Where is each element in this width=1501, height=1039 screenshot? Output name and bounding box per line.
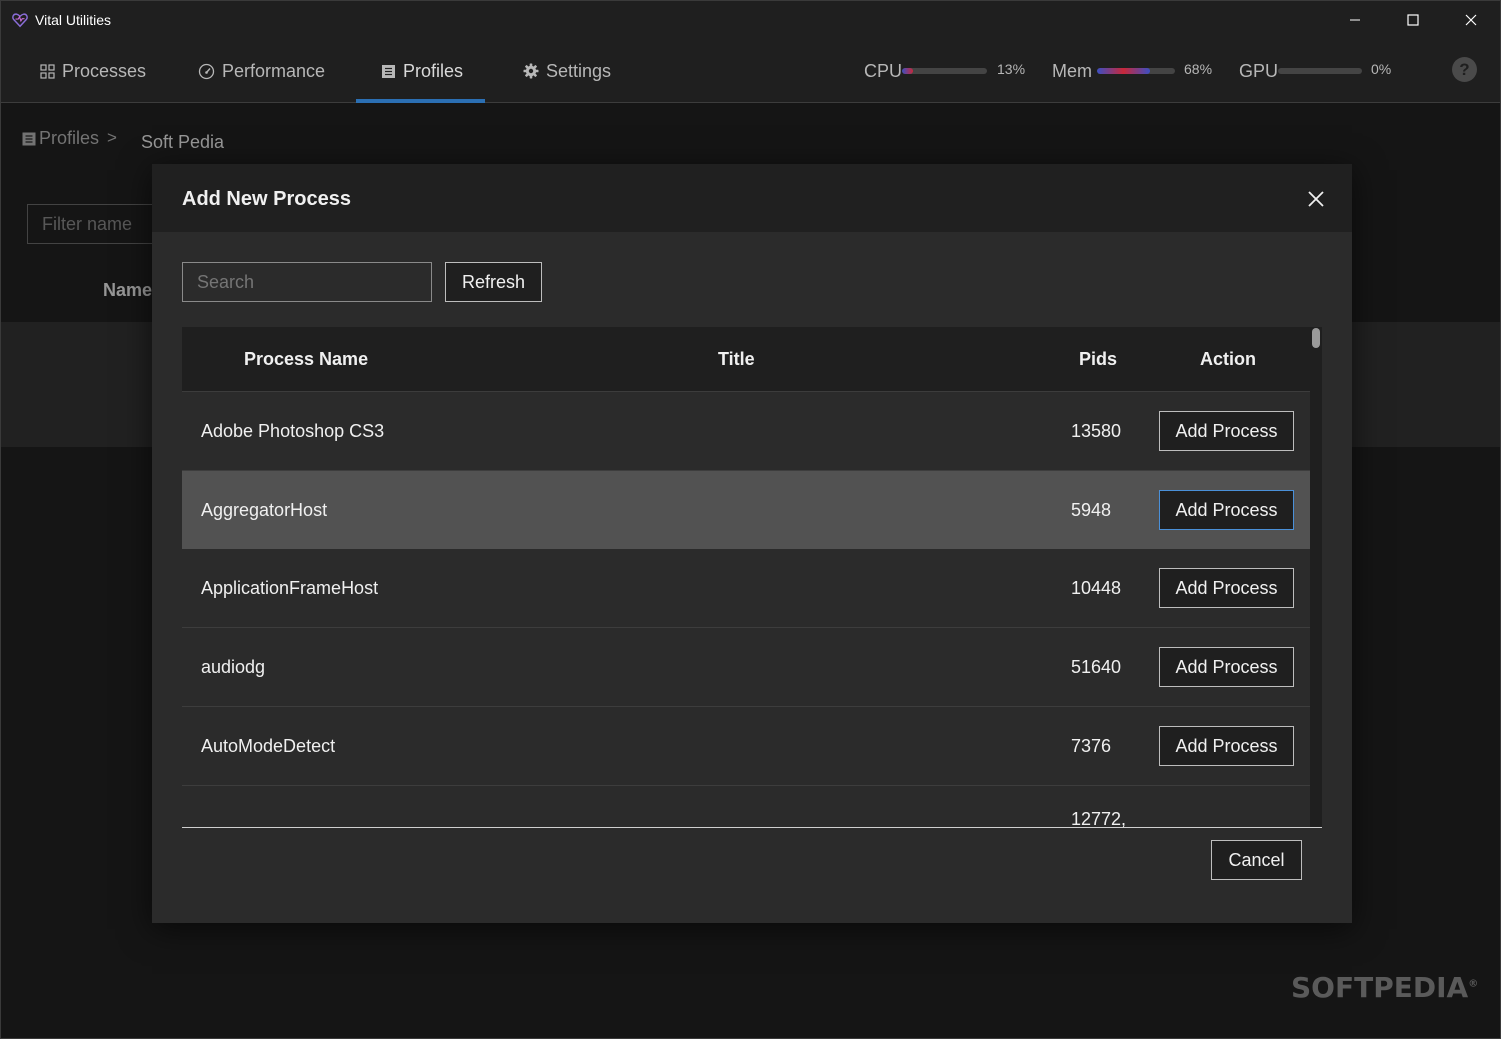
- help-icon: ?: [1459, 59, 1470, 79]
- add-process-dialog: Add New Process Refresh Process Name Tit…: [152, 164, 1352, 923]
- tab-profiles[interactable]: Profiles: [381, 39, 463, 103]
- process-name-cell: ApplicationFrameHost: [201, 578, 379, 598]
- cancel-button[interactable]: Cancel: [1211, 840, 1302, 880]
- mem-usage-fill: [1097, 68, 1151, 74]
- table-scrollbar[interactable]: [1310, 327, 1322, 827]
- process-name-cell: audiodg: [201, 657, 266, 677]
- list-icon: [382, 64, 395, 78]
- pid-cell: 10448: [1071, 578, 1122, 598]
- column-pids[interactable]: Pids: [1079, 349, 1117, 370]
- add-process-button[interactable]: Add Process: [1159, 490, 1294, 530]
- process-name-cell: Adobe Photoshop CS3: [201, 421, 385, 441]
- pid-cell: 51640: [1071, 657, 1122, 677]
- gear-icon: [523, 63, 539, 79]
- column-process-name[interactable]: Process Name: [244, 349, 368, 370]
- close-window-button[interactable]: [1442, 1, 1500, 39]
- table-row[interactable]: ApplicationFrameHost 10448 Add Process: [182, 549, 1310, 628]
- table-row[interactable]: audiodg 51640 Add Process: [182, 628, 1310, 707]
- tab-settings-label: Settings: [546, 60, 612, 81]
- cpu-usage-fill: [902, 68, 914, 74]
- gpu-value: 0%: [1371, 61, 1392, 77]
- dialog-header: Add New Process: [152, 164, 1352, 232]
- maximize-icon: [1407, 14, 1419, 26]
- tab-processes-label: Processes: [62, 60, 147, 81]
- mem-meter: Mem: [1052, 39, 1092, 103]
- gauge-icon: [198, 63, 215, 79]
- add-process-button[interactable]: Add Process: [1159, 726, 1294, 766]
- minimize-button[interactable]: [1326, 1, 1384, 39]
- table-row[interactable]: AutoModeDetect 7376 Add Process: [182, 707, 1310, 786]
- mem-value: 68%: [1184, 61, 1213, 77]
- refresh-button[interactable]: Refresh: [445, 262, 542, 302]
- heart-logo-icon: [12, 13, 28, 28]
- app-window: Vital Utilities Processes Performance Pr…: [0, 0, 1501, 1039]
- search-input[interactable]: [182, 262, 432, 302]
- process-table: Process Name Title Pids Action Adobe Pho…: [182, 327, 1322, 828]
- gpu-meter: GPU: [1239, 39, 1278, 103]
- title-bar[interactable]: Vital Utilities: [1, 1, 1500, 39]
- cpu-usage-bar: [902, 68, 987, 74]
- scrollbar-thumb[interactable]: [1312, 328, 1320, 348]
- mem-label: Mem: [1052, 60, 1092, 81]
- add-process-button[interactable]: Add Process: [1159, 411, 1294, 451]
- tab-settings[interactable]: Settings: [523, 39, 611, 103]
- tab-performance[interactable]: Performance: [198, 39, 325, 103]
- close-icon: [1465, 14, 1477, 26]
- gpu-usage-bar: [1278, 68, 1362, 74]
- tab-processes[interactable]: Processes: [40, 39, 146, 103]
- add-process-button[interactable]: Add Process: [1159, 647, 1294, 687]
- gpu-label: GPU: [1239, 60, 1279, 81]
- process-name-cell: AggregatorHost: [201, 500, 328, 520]
- maximize-button[interactable]: [1384, 1, 1442, 39]
- grid-icon: [40, 63, 55, 79]
- pid-cell: 12772,: [1071, 809, 1127, 828]
- top-nav: Processes Performance Profiles Settings …: [1, 39, 1500, 103]
- column-title[interactable]: Title: [718, 349, 755, 370]
- table-row[interactable]: AggregatorHost 5948 Add Process: [182, 471, 1310, 550]
- pid-cell: 5948: [1071, 500, 1112, 520]
- table-header: Process Name Title Pids Action: [182, 327, 1310, 392]
- cpu-meter: CPU: [864, 39, 902, 103]
- table-row[interactable]: 12772,: [182, 786, 1310, 828]
- table-row[interactable]: Adobe Photoshop CS3 13580 Add Process: [182, 392, 1310, 471]
- pid-cell: 7376: [1071, 736, 1112, 756]
- help-button[interactable]: ?: [1452, 57, 1477, 82]
- pid-cell: 13580: [1071, 421, 1122, 441]
- watermark-text: SOFTPEDIA: [1291, 971, 1469, 1004]
- cpu-label: CPU: [864, 60, 903, 81]
- tab-profiles-label: Profiles: [403, 60, 464, 81]
- app-title: Vital Utilities: [35, 12, 111, 28]
- add-process-button[interactable]: Add Process: [1159, 568, 1294, 608]
- column-action: Action: [1200, 349, 1256, 369]
- close-icon[interactable]: [1305, 188, 1327, 210]
- minimize-icon: [1350, 19, 1360, 21]
- mem-usage-bar: [1097, 68, 1175, 74]
- process-name-cell: AutoModeDetect: [201, 736, 336, 756]
- softpedia-watermark: SOFTPEDIA®: [1291, 971, 1479, 1004]
- cpu-value: 13%: [997, 61, 1026, 77]
- dialog-title: Add New Process: [182, 188, 351, 210]
- tab-performance-label: Performance: [222, 60, 326, 81]
